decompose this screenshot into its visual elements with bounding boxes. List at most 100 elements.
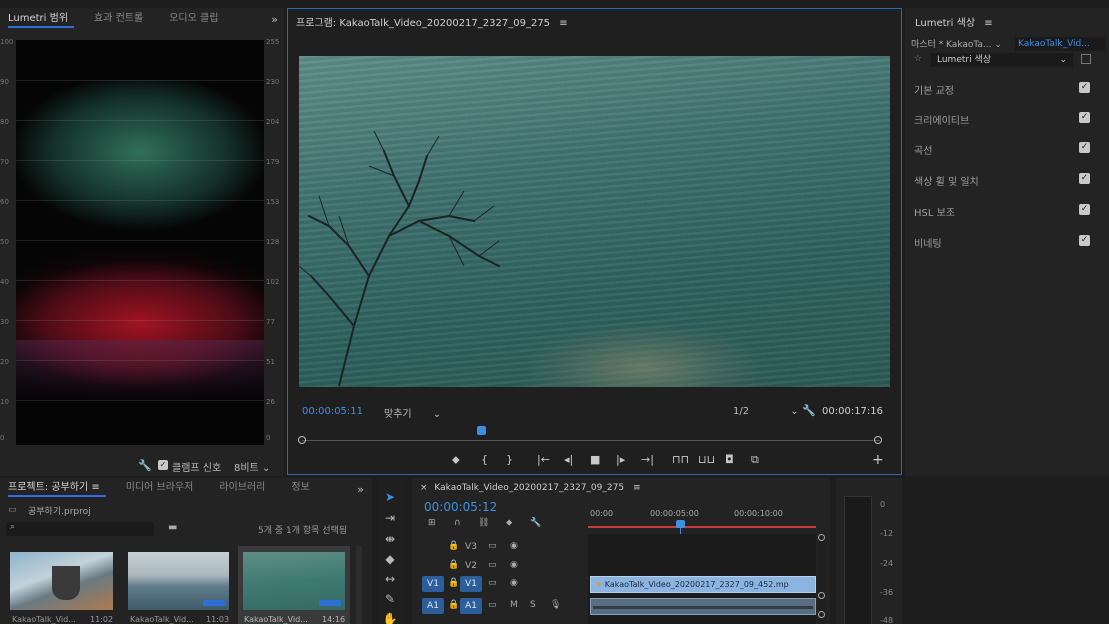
checkbox-color-wheels[interactable]: ✓ [1079,173,1090,184]
master-tab[interactable]: 마스터 * KakaoTa... ⌄ [911,37,1002,50]
mute-icon[interactable]: M [510,600,518,610]
panel-menu-icon[interactable]: ≡ [633,483,641,493]
sync-lock-icon[interactable]: ▭ [488,560,497,570]
scroll-handle[interactable] [818,611,825,618]
tab-media-browser[interactable]: 미디어 브라우저 [126,478,206,499]
timeline-ruler[interactable]: 00:00 00:00:05:00 00:00:10:00 [588,506,816,530]
mark-in-icon[interactable]: { [481,453,488,466]
lift-icon[interactable]: ⊓⊓ [672,453,689,466]
tab-audio-clip-mixer[interactable]: 오디오 클립 [169,8,230,30]
resolution-select[interactable]: 1/2 ⌄ [733,406,799,417]
scrubber-track[interactable] [302,440,880,441]
scrubber-playhead[interactable] [477,426,487,435]
add-marker-icon[interactable]: ⬥ [506,518,512,528]
lock-icon[interactable]: 🔒 [448,560,459,570]
razor-tool-icon[interactable]: ◆ [378,552,402,570]
effect-select[interactable]: Lumetri 색상 ⌄ [931,53,1073,67]
tab-libraries[interactable]: 라이브러리 [219,478,277,499]
slip-tool-icon[interactable]: ↔ [378,572,402,590]
section-hsl-secondary[interactable]: HSL 보조 [914,204,955,219]
pen-tool-icon[interactable]: ✎ [378,592,402,610]
checkbox-creative[interactable]: ✓ [1079,112,1090,123]
tab-info[interactable]: 정보 [291,478,321,499]
panel-menu-icon[interactable]: ≡ [559,18,567,29]
compare-view-icon[interactable]: ⧉ [751,453,759,467]
settings-wrench-icon[interactable]: 🔧 [802,404,816,417]
checkbox-vignette[interactable]: ✓ [1079,235,1090,246]
track-target-v2[interactable]: V2 [460,558,482,574]
track-target-v1[interactable]: V1 [460,576,482,592]
lock-icon[interactable]: 🔒 [448,541,459,551]
section-curves[interactable]: 곡선 [914,142,932,157]
tab-project[interactable]: 프로젝트: 공부하기 ≡ [8,478,112,499]
checkbox-curves[interactable]: ✓ [1079,142,1090,153]
tab-effect-controls[interactable]: 효과 컨트롤 [94,8,155,30]
clip-thumbnail-selected[interactable] [238,546,350,624]
current-timecode[interactable]: 00:00:05:11 [302,406,363,417]
mark-out-icon[interactable]: } [506,453,513,466]
new-bin-icon[interactable]: ▬ [168,522,177,533]
scrubber-start-handle[interactable] [298,436,306,444]
panel-overflow-icon[interactable]: » [357,483,364,496]
wrench-icon[interactable]: 🔧 [138,459,152,472]
video-clip[interactable]: ★ KakaoTalk_Video_20200217_2327_09_452.m… [590,576,816,593]
checkbox-basic-correction[interactable]: ✓ [1079,82,1090,93]
sync-lock-icon[interactable]: ▭ [488,600,497,610]
panel-overflow-icon[interactable]: » [271,13,278,26]
step-back-icon[interactable]: ◂| [564,453,573,466]
go-to-in-icon[interactable]: |← [537,453,550,466]
lock-icon[interactable]: 🔒 [448,600,459,610]
clip-thumbnail[interactable] [128,552,229,610]
close-icon[interactable]: × [420,483,428,493]
project-scrollbar[interactable] [356,546,362,624]
panel-menu-icon[interactable]: ≡ [984,18,992,29]
timeline-vscroll[interactable] [818,534,826,624]
section-basic-correction[interactable]: 기본 교정 [914,82,954,97]
source-patch-v1[interactable]: V1 [422,576,444,592]
linked-selection-icon[interactable]: ⛓ [478,518,489,528]
track-select-tool-icon[interactable]: ⇥ [378,511,402,529]
add-button-icon[interactable]: + [872,452,884,468]
extract-icon[interactable]: ⊔⊔ [698,453,715,466]
snap-icon[interactable]: ∩ [454,518,461,528]
eye-icon[interactable]: ◉ [510,578,518,588]
add-marker-icon[interactable]: ⬥ [452,453,460,467]
work-area-bar[interactable] [588,526,816,528]
go-to-out-icon[interactable]: →| [641,453,654,466]
sync-lock-icon[interactable]: ▭ [488,578,497,588]
track-target-v3[interactable]: V3 [460,539,482,555]
scrubber-end-handle[interactable] [874,436,882,444]
bit-depth-select[interactable]: 8비트 ⌄ [234,459,270,474]
scroll-handle[interactable] [818,534,825,541]
checkbox-hsl-secondary[interactable]: ✓ [1079,204,1090,215]
clamp-signal-checkbox[interactable]: ✓ [158,460,168,470]
sync-lock-icon[interactable]: ▭ [488,541,497,551]
step-forward-icon[interactable]: |▸ [616,453,625,466]
ripple-edit-tool-icon[interactable]: ⇼ [378,532,402,550]
timeline-settings-icon[interactable]: 🔧 [530,518,541,528]
microphone-icon[interactable]: 🎙 [550,600,561,610]
timeline-playhead-handle[interactable] [676,520,685,528]
section-creative[interactable]: 크리에이티브 [914,112,969,127]
project-search-input[interactable]: ⌕ [6,522,154,536]
track-target-a1[interactable]: A1 [460,598,482,614]
solo-icon[interactable]: S [530,600,536,610]
clip-tab[interactable]: KakaoTalk_Vid... [1015,37,1105,51]
fit-select[interactable]: 맞추기 ⌄ [384,405,441,420]
effect-options-icon[interactable] [1081,54,1091,64]
scroll-handle[interactable] [818,592,825,599]
timeline-timecode[interactable]: 00:00:05:12 [424,500,497,514]
nest-icon[interactable]: ⊞ [428,518,436,528]
eye-icon[interactable]: ◉ [510,560,518,570]
stop-icon[interactable]: ■ [590,453,600,466]
selection-tool-icon[interactable]: ➤ [378,490,402,508]
tab-lumetri-scopes[interactable]: Lumetri 범위 [8,8,80,30]
source-patch-a1[interactable]: A1 [422,598,444,614]
eye-icon[interactable]: ◉ [510,541,518,551]
audio-clip[interactable] [590,598,816,615]
timeline-tab[interactable]: × KakaoTalk_Video_20200217_2327_09_275 ≡ [420,483,640,493]
clip-thumbnail[interactable] [10,552,113,610]
section-vignette[interactable]: 비네팅 [914,235,942,250]
camera-icon[interactable]: ◘ [725,453,734,466]
section-color-wheels[interactable]: 색상 휠 및 일치 [914,173,979,188]
